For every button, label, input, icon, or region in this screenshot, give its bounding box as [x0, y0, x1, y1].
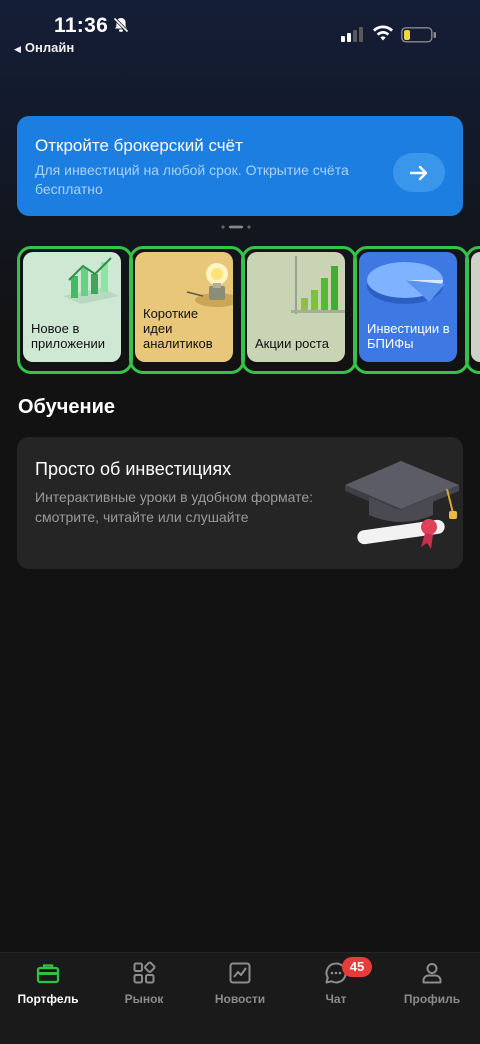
- story-card-body: Короткие идеи аналитиков: [135, 252, 233, 362]
- promo-subtitle: Для инвестиций на любой срок. Открытие с…: [35, 162, 349, 197]
- bar-chart-illustration: [63, 257, 119, 304]
- course-subtitle: Интерактивные уроки в удобном формате: с…: [35, 489, 314, 525]
- bottom-tab-bar: Портфель Рынок Новости 45 Чат Профиль: [0, 952, 480, 1044]
- back-triangle-icon: ◀: [14, 44, 21, 54]
- chart-icon: [229, 962, 251, 984]
- story-card-short-ideas[interactable]: Короткие идеи аналитиков: [129, 246, 245, 374]
- cellular-signal-icon: [341, 27, 363, 42]
- story-label: Инвестиции в БПИФы: [367, 321, 450, 351]
- story-card-partial[interactable]: [465, 246, 480, 374]
- story-card-body: Новое в приложении: [23, 252, 121, 362]
- chat-unread-badge: 45: [342, 957, 372, 977]
- grid-icon: [133, 961, 156, 984]
- story-label: Короткие идеи аналитиков: [143, 306, 213, 351]
- story-card-bpif[interactable]: Инвестиции в БПИФы: [353, 246, 469, 374]
- course-title: Просто об инвестициях: [35, 459, 232, 479]
- open-account-banner[interactable]: Откройте брокерский счёт Для инвестиций …: [17, 116, 463, 216]
- tab-news[interactable]: Новости: [192, 953, 288, 1023]
- back-app-label: Онлайн: [24, 40, 75, 55]
- carousel-pagination: [221, 225, 251, 229]
- profile-icon: [422, 963, 442, 984]
- briefcase-icon: [36, 964, 60, 984]
- silent-bell-icon: [113, 17, 129, 33]
- story-card-body: Акции роста: [247, 252, 345, 362]
- story-card-body: [471, 252, 480, 362]
- arrow-right-icon: [409, 165, 428, 181]
- section-title-learning: Обучение: [18, 396, 116, 418]
- course-card[interactable]: Просто об инвестициях Интерактивные урок…: [17, 437, 463, 569]
- tab-market[interactable]: Рынок: [96, 953, 192, 1023]
- tab-label: Чат: [325, 992, 347, 1006]
- tab-label: Профиль: [403, 992, 461, 1006]
- tab-label: Портфель: [17, 992, 79, 1006]
- promo-title: Откройте брокерский счёт: [35, 136, 243, 155]
- growth-bars-illustration: [291, 256, 345, 314]
- battery-icon: [401, 27, 436, 43]
- tab-label: Новости: [214, 992, 266, 1006]
- story-card-growth-stocks[interactable]: Акции роста: [241, 246, 357, 374]
- tab-label: Рынок: [124, 992, 164, 1006]
- story-label: Акции роста: [255, 336, 329, 351]
- tab-chat[interactable]: 45 Чат: [288, 953, 384, 1023]
- story-card-body: Инвестиции в БПИФы: [359, 252, 457, 362]
- status-time: 11:36: [54, 14, 109, 37]
- wifi-icon: [373, 25, 393, 41]
- story-card-new-in-app[interactable]: Новое в приложении: [17, 246, 133, 374]
- status-bar: 11:36 ◀ Онлайн: [0, 0, 480, 60]
- story-label: Новое в приложении: [31, 321, 105, 351]
- tab-profile[interactable]: Профиль: [384, 953, 480, 1023]
- promo-arrow-button[interactable]: [393, 153, 445, 192]
- graduation-cap-icon: [345, 461, 459, 549]
- pie-chart-illustration: [367, 262, 445, 304]
- back-to-app-link[interactable]: ◀ Онлайн: [14, 40, 74, 55]
- tab-portfolio[interactable]: Портфель: [0, 953, 96, 1023]
